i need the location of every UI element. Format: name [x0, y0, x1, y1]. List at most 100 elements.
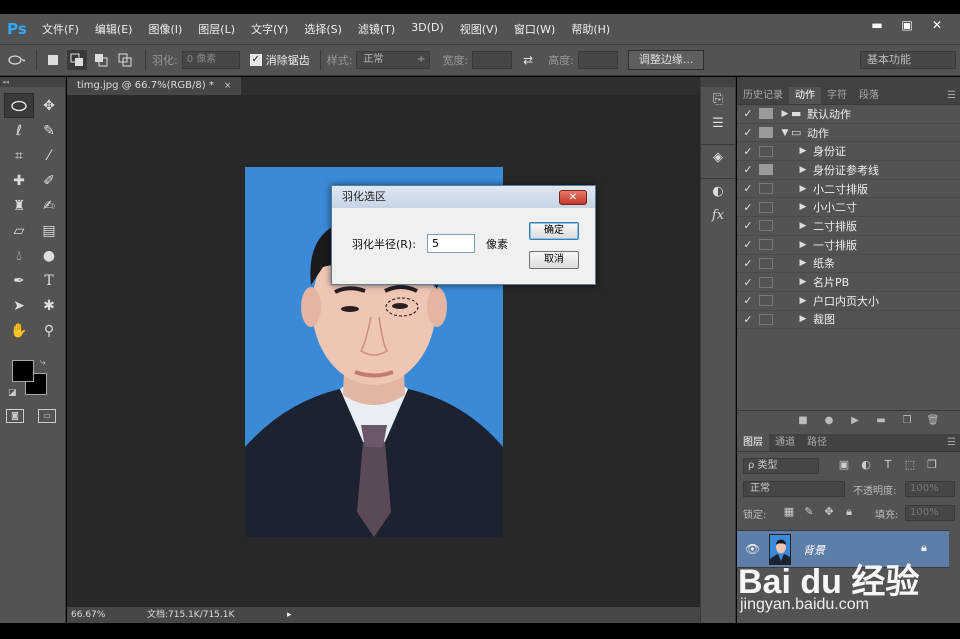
- zoom-level[interactable]: 66.67%: [67, 607, 127, 623]
- type-filter-icon[interactable]: T: [877, 458, 899, 471]
- menu-edit[interactable]: 编辑(E): [87, 21, 141, 37]
- panel-collapse-bar[interactable]: [737, 77, 960, 87]
- eyedropper-tool-icon[interactable]: ⁄: [34, 143, 64, 168]
- height-input[interactable]: [577, 51, 618, 69]
- screen-mode-icon[interactable]: ▭: [38, 409, 56, 423]
- antialias-checkbox[interactable]: ✓: [249, 54, 262, 66]
- dialog-toggle-icon[interactable]: [759, 145, 773, 157]
- expand-arrow-icon[interactable]: ▶: [797, 202, 809, 212]
- custom-shape-tool-icon[interactable]: ✱: [34, 293, 64, 318]
- dialog-toggle-icon[interactable]: [759, 239, 773, 251]
- panel-menu-icon[interactable]: ☰: [947, 434, 960, 451]
- blur-tool-icon[interactable]: 💧︎: [4, 243, 34, 268]
- foreground-color-swatch[interactable]: [12, 360, 34, 382]
- 3d-panel-icon[interactable]: ◈: [701, 145, 735, 169]
- quick-mask-icon[interactable]: ◙: [6, 409, 24, 423]
- record-icon[interactable]: ●: [816, 415, 842, 426]
- menu-file[interactable]: 文件(F): [34, 21, 87, 37]
- toggle-item-icon[interactable]: ✓: [737, 201, 759, 214]
- feather-input[interactable]: 0 像素: [181, 51, 240, 69]
- opacity-input[interactable]: 100%: [905, 481, 955, 497]
- dodge-tool-icon[interactable]: ●: [34, 243, 64, 268]
- subtract-selection-icon[interactable]: [91, 50, 111, 70]
- dialog-toggle-icon[interactable]: [759, 108, 773, 120]
- ok-button[interactable]: 确定: [529, 222, 579, 240]
- toggle-item-icon[interactable]: ✓: [737, 257, 759, 270]
- close-window-button[interactable]: ✕: [922, 14, 952, 36]
- menu-filter[interactable]: 滤镜(T): [350, 21, 403, 37]
- width-input[interactable]: [472, 51, 513, 69]
- eraser-tool-icon[interactable]: ▱: [4, 218, 34, 243]
- add-selection-icon[interactable]: [67, 50, 87, 70]
- list-item[interactable]: ✓ ▶ 一寸排版: [737, 236, 960, 255]
- dialog-toggle-icon[interactable]: [759, 257, 773, 269]
- crop-tool-icon[interactable]: ⌗: [4, 143, 34, 168]
- toggle-item-icon[interactable]: ✓: [737, 294, 759, 307]
- toggle-item-icon[interactable]: ✓: [737, 145, 759, 158]
- feather-radius-input[interactable]: 5: [427, 234, 475, 253]
- expand-arrow-icon[interactable]: ▶: [797, 296, 809, 306]
- toggle-item-icon[interactable]: ✓: [737, 313, 759, 326]
- move-tool-icon[interactable]: ✥: [34, 93, 64, 118]
- dialog-toggle-icon[interactable]: [759, 183, 773, 195]
- quick-selection-tool-icon[interactable]: ✎: [34, 118, 64, 143]
- toggle-item-icon[interactable]: ✓: [737, 163, 759, 176]
- elliptical-marquee-tool-icon[interactable]: [4, 93, 34, 118]
- list-item[interactable]: ✓ ▶ 户口内页大小: [737, 292, 960, 311]
- dialog-toggle-icon[interactable]: [759, 313, 773, 325]
- tab-paths[interactable]: 路径: [801, 434, 833, 451]
- list-item[interactable]: ✓ ▼ ▭ 动作: [737, 124, 960, 143]
- tools-collapse-icon[interactable]: ◂◂: [0, 77, 65, 87]
- tab-character[interactable]: 字符: [821, 87, 853, 104]
- expand-arrow-icon[interactable]: ▶: [797, 165, 809, 175]
- list-item[interactable]: ✓ ▶ 二寸排版: [737, 217, 960, 236]
- tab-history[interactable]: 历史记录: [737, 87, 789, 104]
- menu-type[interactable]: 文字(Y): [243, 21, 296, 37]
- history-brush-tool-icon[interactable]: ✍: [34, 193, 64, 218]
- dialog-toggle-icon[interactable]: [759, 295, 773, 307]
- dialog-toggle-icon[interactable]: [759, 201, 773, 213]
- collapse-arrow-icon[interactable]: ▼: [779, 128, 791, 138]
- panel-menu-icon[interactable]: ☰: [947, 87, 960, 104]
- new-set-icon[interactable]: ▬: [868, 415, 894, 426]
- actions-panel-icon[interactable]: ☰: [701, 111, 735, 135]
- toggle-item-icon[interactable]: ✓: [737, 276, 759, 289]
- expand-arrow-icon[interactable]: ▶: [797, 146, 809, 156]
- lock-pixels-icon[interactable]: ✎: [799, 505, 819, 519]
- tab-paragraph[interactable]: 段落: [853, 87, 885, 104]
- dialog-toggle-icon[interactable]: [759, 220, 773, 232]
- cancel-button[interactable]: 取消: [529, 251, 579, 269]
- hand-tool-icon[interactable]: ✋: [4, 318, 34, 343]
- lock-all-icon[interactable]: 🔒︎: [839, 505, 859, 519]
- pen-tool-icon[interactable]: ✒: [4, 268, 34, 293]
- styles-panel-icon[interactable]: fx: [701, 203, 735, 227]
- menu-3d[interactable]: 3D(D): [403, 21, 452, 37]
- dock-collapse-icon[interactable]: [701, 77, 735, 87]
- shape-filter-icon[interactable]: ⬚: [899, 458, 921, 471]
- tab-layers[interactable]: 图层: [737, 434, 769, 451]
- zoom-tool-icon[interactable]: ⚲: [34, 318, 64, 343]
- adjustments-panel-icon[interactable]: ◐: [701, 179, 735, 203]
- pixel-filter-icon[interactable]: ▣: [833, 458, 855, 471]
- healing-brush-tool-icon[interactable]: ✚: [4, 168, 34, 193]
- expand-arrow-icon[interactable]: ▶: [797, 184, 809, 194]
- blend-mode-select[interactable]: 正常: [743, 481, 845, 497]
- menu-view[interactable]: 视图(V): [452, 21, 506, 37]
- maximize-button[interactable]: ▣: [892, 14, 922, 36]
- list-item[interactable]: ✓ ▶ 身份证: [737, 142, 960, 162]
- toggle-item-icon[interactable]: ✓: [737, 182, 759, 195]
- menu-image[interactable]: 图像(I): [140, 21, 190, 37]
- status-menu-icon[interactable]: ▸: [287, 607, 307, 623]
- menu-select[interactable]: 选择(S): [296, 21, 350, 37]
- list-item[interactable]: ✓ ▶ 裁图: [737, 311, 960, 330]
- workspace-select[interactable]: 基本功能: [860, 51, 956, 69]
- expand-arrow-icon[interactable]: ▶: [797, 240, 809, 250]
- play-icon[interactable]: ▶: [842, 415, 868, 426]
- menu-layer[interactable]: 图层(L): [190, 21, 243, 37]
- toggle-item-icon[interactable]: ✓: [737, 126, 759, 139]
- clone-stamp-tool-icon[interactable]: ♜: [4, 193, 34, 218]
- adjustment-filter-icon[interactable]: ◐: [855, 458, 877, 471]
- path-selection-tool-icon[interactable]: ➤: [4, 293, 34, 318]
- menu-window[interactable]: 窗口(W): [506, 21, 563, 37]
- trash-icon[interactable]: 🗑︎: [920, 415, 946, 426]
